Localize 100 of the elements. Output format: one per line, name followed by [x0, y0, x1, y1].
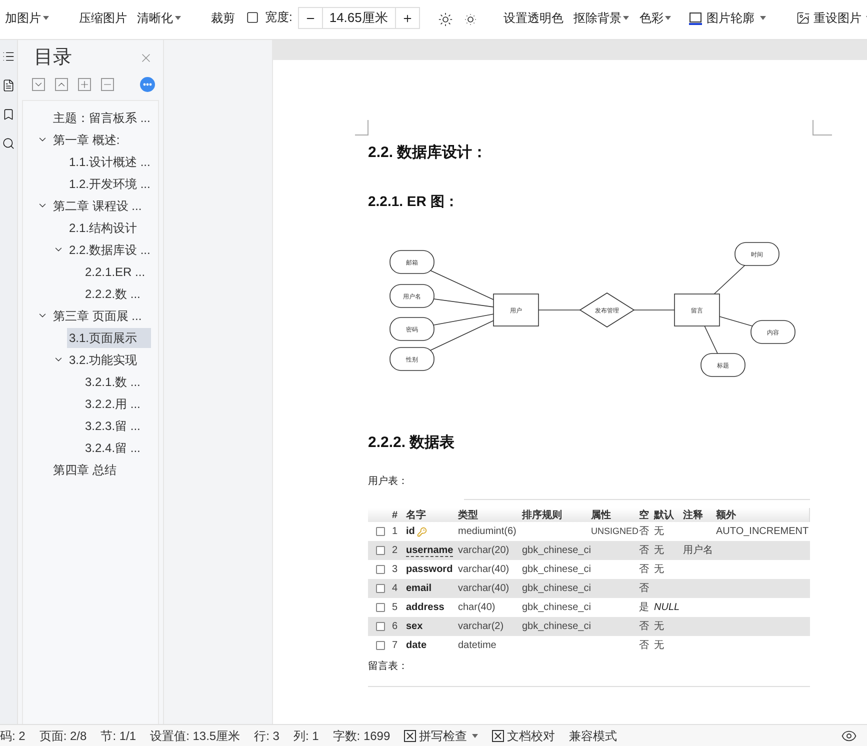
table-cell-text: 用户名	[683, 544, 714, 558]
key-icon	[416, 526, 427, 536]
table-cell-text: 1	[392, 525, 399, 539]
caret-icon	[623, 16, 630, 20]
table-cell-text: 否	[639, 525, 650, 539]
table-caption: 用户表：	[368, 474, 409, 489]
table-cell-text: gbk_chinese_ci	[522, 620, 591, 634]
table-cell-text: gbk_chinese_ci	[522, 582, 591, 596]
status-text: 字数: 1699	[332, 728, 390, 744]
column-header: 空	[639, 508, 650, 523]
table-cell-text: UNSIGNED	[591, 524, 639, 538]
brightness-up-icon[interactable]	[438, 12, 454, 27]
row-checkbox[interactable]	[376, 527, 384, 536]
subsection-heading: 2.2.2. 数据表	[368, 432, 456, 452]
toc-item[interactable]: 3.2.1.数 ...	[83, 372, 142, 392]
row-checkbox[interactable]	[376, 546, 384, 555]
margin-mark	[355, 120, 369, 136]
width-label: 宽度:	[265, 9, 292, 26]
subsection-heading: 2.2.1. ER 图：	[368, 192, 460, 210]
table-caption: 留言表：	[368, 660, 409, 674]
table-cell-text: 无	[654, 639, 665, 653]
table-cell-text: sex	[406, 620, 423, 634]
table-cell-text: 4	[392, 582, 399, 596]
toolbar-button[interactable]: 清晰化	[132, 9, 186, 27]
table-cell-text: varchar(2)	[458, 620, 505, 634]
table-cell-text: 2	[392, 544, 399, 558]
toc-item[interactable]: 第四章 总结	[51, 460, 118, 480]
status-text: 节: 1/1	[100, 728, 136, 744]
row-checkbox[interactable]	[376, 622, 384, 631]
checkbox-x-icon	[404, 730, 416, 742]
width-field[interactable]: 14.65厘米	[298, 7, 420, 29]
table-cell-text: 是	[639, 601, 650, 615]
margin-mark	[812, 120, 832, 136]
caret-icon	[175, 16, 181, 20]
toc-item[interactable]: 3.1.页面展示	[67, 328, 152, 348]
toc-item[interactable]: 3.2.2.用 ...	[83, 394, 142, 414]
table-cell-text: char(40)	[458, 601, 496, 615]
picture-outline-button[interactable]: 图片轮廓	[684, 9, 772, 27]
bookmark-icon[interactable]	[2, 108, 15, 121]
status-button[interactable]: 拼写检查	[404, 726, 478, 744]
table-cell-text: NULL	[654, 601, 681, 615]
width-icon	[246, 10, 259, 24]
more-icon[interactable]	[140, 76, 155, 92]
row-checkbox[interactable]	[376, 584, 384, 593]
toc-item[interactable]: 主题：留言板系 ...	[51, 108, 152, 128]
status-button[interactable]: 文档校对	[492, 726, 556, 744]
section-heading: 2.2. 数据库设计：	[368, 143, 488, 163]
table-cell-text: datetime	[458, 639, 498, 653]
toc-item[interactable]: 3.2.功能实现	[67, 350, 140, 370]
toc-item[interactable]: 第二章 课程设 ...	[51, 196, 144, 216]
collapse-icon[interactable]	[32, 78, 45, 90]
column-header: 属性	[591, 508, 612, 523]
page-icon[interactable]	[2, 79, 15, 92]
table-cell-text: varchar(40)	[458, 582, 510, 596]
search-icon[interactable]	[2, 137, 15, 150]
table-cell-text: 否	[639, 582, 650, 596]
toc-item[interactable]: 1.2.开发环境 ...	[67, 174, 152, 194]
row-checkbox[interactable]	[376, 603, 384, 612]
toolbar-button[interactable]: 压缩图片	[74, 9, 132, 27]
toc-item[interactable]: 第三章 页面展 ...	[51, 306, 144, 326]
status-text: 列: 1	[293, 728, 319, 744]
picture-icon	[796, 11, 810, 25]
toc-item[interactable]: 1.1.设计概述 ...	[67, 152, 152, 172]
table-cell-text: 无	[654, 525, 665, 539]
toolbar-button[interactable]: 裁剪	[206, 9, 240, 27]
table-cell-text: varchar(20)	[458, 544, 510, 558]
table-cell-text: 无	[654, 544, 665, 558]
toolbar-button[interactable]: 加图片	[0, 9, 54, 27]
table-cell-text: 3	[392, 563, 399, 577]
reset-picture-button[interactable]: 重设图片	[791, 9, 867, 27]
toc-item[interactable]: 3.2.4.留 ...	[83, 438, 142, 458]
status-text: 兼容模式	[569, 728, 618, 744]
table-cell-text: 否	[639, 544, 650, 558]
table-cell-text: AUTO_INCREMENT	[716, 525, 808, 539]
toc-item[interactable]: 第一章 概述:	[51, 130, 122, 150]
table-cell-text: gbk_chinese_ci	[522, 544, 591, 558]
status-text: 页面: 2/8	[39, 728, 87, 744]
toolbar-button[interactable]: 色彩	[634, 9, 676, 27]
toc-item[interactable]: 2.1.结构设计	[67, 218, 140, 238]
table-cell-text: 否	[639, 563, 650, 577]
expand-icon[interactable]	[55, 78, 68, 90]
toc-item[interactable]: 2.2.数据库设 ...	[67, 240, 152, 260]
toolbar-button[interactable]: 设置透明色	[498, 9, 568, 27]
toolbar-button[interactable]: 抠除背景	[568, 9, 634, 27]
column-header: 注释	[683, 508, 704, 523]
table-cell-text: 无	[654, 563, 665, 577]
table-cell-text: 否	[639, 620, 650, 634]
table-cell-text: address	[406, 601, 444, 615]
table-cell: username	[406, 544, 454, 556]
toc-item[interactable]: 2.2.2.数 ...	[83, 284, 142, 304]
column-header: 排序规则	[522, 508, 563, 523]
plus-icon[interactable]	[402, 12, 414, 24]
row-checkbox[interactable]	[376, 641, 384, 650]
table-cell-text: id	[406, 525, 415, 539]
table-cell-text: 7	[392, 639, 399, 653]
row-checkbox[interactable]	[376, 565, 384, 574]
table-cell-text: 无	[654, 620, 665, 634]
toc-item[interactable]: 3.2.3.留 ...	[83, 416, 142, 436]
table-cell-text: email	[406, 582, 432, 596]
toc-item[interactable]: 2.2.1.ER ...	[83, 262, 148, 282]
